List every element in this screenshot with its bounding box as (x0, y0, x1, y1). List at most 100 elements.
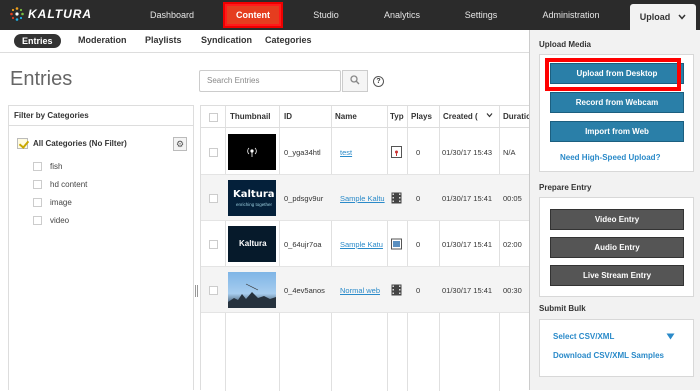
category-item[interactable]: image (33, 198, 72, 207)
video-entry-button[interactable]: Video Entry (550, 209, 684, 230)
upload-label: Upload (639, 12, 671, 22)
entries-table: Thumbnail ID Name Typ Plays Created ( Du… (200, 105, 531, 391)
entry-id: 0_64ujr7oa (284, 240, 322, 249)
page-title: Entries (10, 68, 73, 90)
entry-id: 0_yga34htl (284, 148, 321, 157)
thumbnail-brand-text: Kaltura (233, 189, 275, 200)
tab-playlists[interactable]: Playlists (145, 35, 182, 45)
category-checkbox[interactable] (33, 180, 42, 189)
nav-studio[interactable]: Studio (300, 0, 352, 30)
highlight-box (545, 58, 681, 91)
live-broadcast-icon (228, 134, 276, 170)
select-csv-link[interactable]: Select CSV/XML (553, 332, 614, 341)
kaltura-logo[interactable]: KALTURA (10, 7, 92, 21)
submit-bulk-section: Select CSV/XML Download CSV/XML Samples (539, 319, 694, 377)
entry-thumbnail[interactable]: Kaltura (228, 226, 276, 262)
header-thumbnail[interactable]: Thumbnail (230, 112, 270, 121)
table-row[interactable]: Kaltura enriching together 0_pdsgv9ur Sa… (201, 175, 531, 221)
live-stream-entry-button[interactable]: Live Stream Entry (550, 265, 684, 286)
table-row[interactable]: 0_yga34htl test 0 01/30/17 15:43 N/A (201, 129, 531, 175)
header-plays[interactable]: Plays (411, 112, 432, 121)
entry-created: 01/30/17 15:43 (442, 148, 493, 157)
header-name[interactable]: Name (335, 112, 357, 121)
nav-studio-label: Studio (313, 10, 339, 20)
category-label: fish (50, 162, 63, 171)
entry-duration: 00:30 (503, 286, 522, 295)
search-icon (350, 75, 360, 87)
nav-settings[interactable]: Settings (455, 0, 507, 30)
entry-name-link[interactable]: Sample Katu (340, 240, 386, 249)
nav-settings-label: Settings (464, 10, 498, 20)
entry-name-link[interactable]: Normal web (340, 286, 386, 295)
entry-thumbnail[interactable] (228, 272, 276, 308)
download-csv-samples-link[interactable]: Download CSV/XML Samples (553, 351, 664, 360)
entry-plays: 0 (416, 286, 421, 295)
entry-id: 0_pdsgv9ur (284, 194, 324, 203)
chevron-down-icon (678, 12, 686, 22)
select-all-checkbox[interactable] (209, 113, 218, 122)
entry-name-link[interactable]: test (340, 148, 386, 157)
category-filter-panel: Filter by Categories All Categories (No … (8, 105, 194, 390)
high-speed-upload-link[interactable]: Need High-Speed Upload? (560, 153, 660, 162)
entry-duration: 00:05 (503, 194, 522, 203)
filter-title: Filter by Categories (9, 106, 193, 126)
upload-menu-button[interactable]: Upload (630, 4, 696, 30)
category-checkbox[interactable] (33, 216, 42, 225)
record-from-webcam-button[interactable]: Record from Webcam (550, 92, 684, 113)
all-categories-option[interactable]: All Categories (No Filter) (17, 138, 127, 149)
entry-plays: 0 (416, 194, 421, 203)
entry-created: 01/30/17 15:41 (442, 240, 493, 249)
nav-content[interactable]: Content (220, 0, 286, 30)
row-checkbox[interactable] (209, 148, 218, 157)
audio-entry-button[interactable]: Audio Entry (550, 237, 684, 258)
upload-media-title: Upload Media (539, 40, 592, 49)
row-checkbox[interactable] (209, 240, 218, 249)
nav-administration[interactable]: Administration (533, 0, 609, 30)
entry-thumbnail[interactable]: Kaltura enriching together (228, 180, 276, 216)
category-item[interactable]: fish (33, 162, 62, 171)
chevron-down-icon[interactable] (486, 111, 493, 120)
help-icon[interactable]: ? (373, 76, 384, 87)
category-checkbox[interactable] (33, 198, 42, 207)
category-label: image (50, 198, 72, 207)
search-input[interactable]: Search Entries (199, 70, 341, 92)
kaltura-logo-icon (10, 7, 24, 21)
row-checkbox[interactable] (209, 286, 218, 295)
entry-thumbnail[interactable] (228, 134, 276, 170)
category-label: hd content (50, 180, 88, 189)
category-checkbox[interactable] (33, 162, 42, 171)
nav-dashboard-label: Dashboard (149, 10, 195, 20)
tab-categories[interactable]: Categories (265, 35, 312, 45)
header-type[interactable]: Typ (390, 112, 404, 121)
nav-administration-label: Administration (542, 10, 600, 20)
table-row[interactable]: 0_4ev5anos Normal web 0 01/30/17 15:41 0… (201, 267, 531, 313)
video-type-icon (391, 284, 402, 298)
category-label: video (50, 216, 70, 225)
tab-entries[interactable]: Entries (14, 34, 61, 48)
category-item[interactable]: video (33, 216, 69, 225)
submit-bulk-title: Submit Bulk (539, 304, 586, 313)
table-row[interactable]: Kaltura 0_64ujr7oa Sample Katu 0 01/30/1… (201, 221, 531, 267)
table-header: Thumbnail ID Name Typ Plays Created ( Du… (201, 106, 531, 128)
tab-moderation[interactable]: Moderation (78, 35, 127, 45)
panel-resize-handle[interactable] (195, 285, 198, 297)
row-checkbox[interactable] (209, 194, 218, 203)
checkmark-icon[interactable] (17, 138, 28, 149)
triangle-down-icon[interactable] (666, 332, 675, 342)
nav-dashboard[interactable]: Dashboard (140, 0, 204, 30)
gear-icon[interactable]: ⚙ (173, 137, 187, 151)
tab-syndication[interactable]: Syndication (201, 35, 252, 45)
header-id[interactable]: ID (284, 112, 292, 121)
video-type-icon (391, 192, 402, 206)
city-skyline-image (228, 283, 276, 308)
header-created[interactable]: Created ( (443, 112, 478, 121)
category-item[interactable]: hd content (33, 180, 87, 189)
search-button[interactable] (342, 70, 368, 92)
nav-analytics[interactable]: Analytics (372, 0, 432, 30)
import-from-web-button[interactable]: Import from Web (550, 121, 684, 142)
header-duration[interactable]: Duratio (503, 112, 531, 121)
entry-name-link[interactable]: Sample Kaltu (340, 194, 386, 203)
entry-plays: 0 (416, 240, 421, 249)
nav-content-label: Content (223, 2, 283, 28)
nav-analytics-label: Analytics (383, 10, 420, 20)
